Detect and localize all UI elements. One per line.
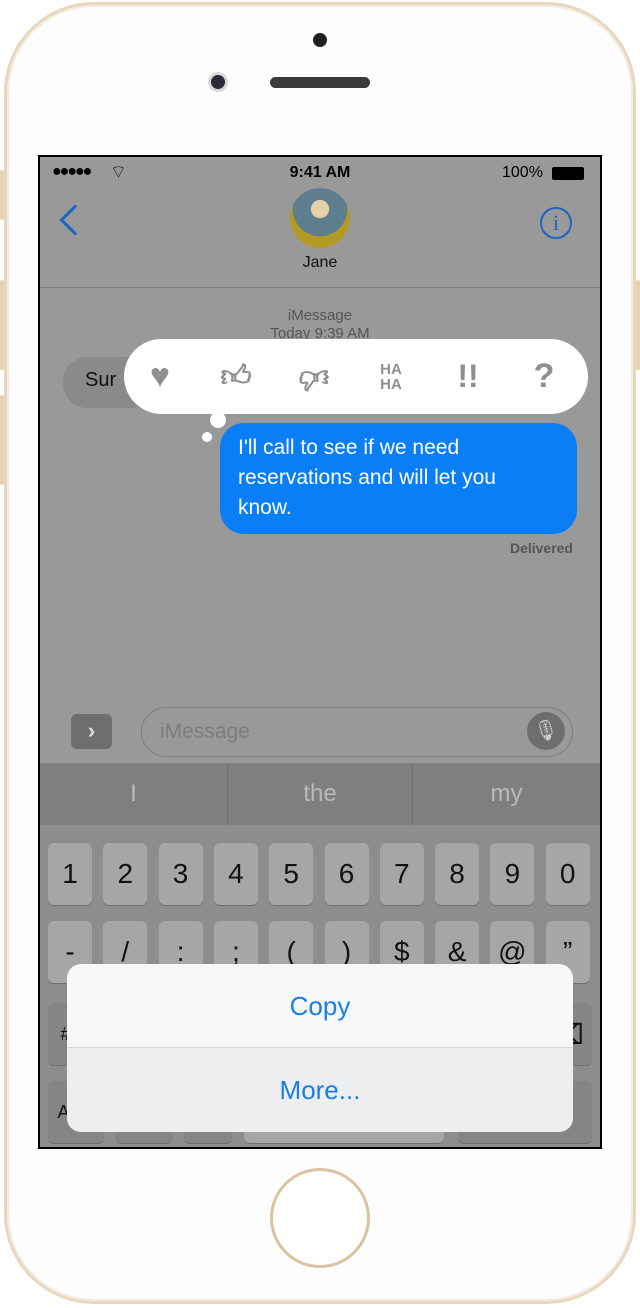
- battery-icon: [552, 167, 584, 180]
- nav-divider: [40, 287, 600, 288]
- more-button[interactable]: More...: [67, 1048, 573, 1132]
- message-input[interactable]: iMessage: [141, 707, 573, 757]
- action-sheet: Copy More...: [67, 964, 573, 1132]
- outgoing-line: I'll call to see if we need: [238, 436, 460, 459]
- service-label: iMessage: [287, 307, 353, 324]
- tapback-picker: ♥ 👍︎ 👎︎ HA HA !! ?: [124, 339, 588, 414]
- key[interactable]: 9: [490, 843, 535, 905]
- apps-button[interactable]: ›: [71, 714, 112, 749]
- microphone-icon[interactable]: 🎙︎: [527, 712, 565, 750]
- front-camera: [208, 72, 228, 92]
- key[interactable]: 4: [213, 843, 258, 905]
- delivery-status: Delivered: [509, 540, 573, 556]
- thumbs-down-icon[interactable]: 👎︎: [284, 339, 344, 414]
- battery-percent: 100%: [502, 164, 543, 181]
- proximity-sensor: [313, 33, 327, 47]
- back-chevron-icon[interactable]: [59, 204, 91, 236]
- volume-up-button: [0, 280, 4, 370]
- prediction-item[interactable]: my: [413, 763, 600, 825]
- volume-down-button: [0, 395, 4, 485]
- key[interactable]: 0: [545, 843, 590, 905]
- heart-icon[interactable]: ♥: [130, 339, 190, 414]
- contact-avatar[interactable]: [290, 188, 350, 248]
- key[interactable]: 6: [324, 843, 369, 905]
- outgoing-line: know.: [238, 496, 292, 519]
- tapback-tail-dot: [210, 412, 226, 428]
- power-button: [636, 280, 640, 370]
- copy-button[interactable]: Copy: [67, 964, 573, 1048]
- outgoing-line: reservations and will let you: [238, 466, 496, 489]
- key[interactable]: 8: [435, 843, 480, 905]
- contact-name[interactable]: Jane: [40, 254, 600, 272]
- exclamation-icon[interactable]: !!: [438, 339, 498, 414]
- key[interactable]: 5: [269, 843, 314, 905]
- prediction-bar: I the my: [40, 763, 600, 825]
- prediction-item[interactable]: the: [227, 763, 413, 825]
- tapback-tail-dot-small: [202, 432, 212, 442]
- haha-icon[interactable]: HA HA: [361, 339, 421, 414]
- key[interactable]: 1: [48, 843, 92, 905]
- screen: ●●●●● ⌔ 9:41 AM 100% Jane i iMessage Tod…: [38, 155, 602, 1149]
- incoming-text: Sur: [85, 369, 117, 391]
- mute-switch: [0, 170, 4, 220]
- info-icon[interactable]: i: [540, 207, 572, 239]
- home-button[interactable]: [270, 1168, 370, 1268]
- key[interactable]: 7: [379, 843, 424, 905]
- question-icon[interactable]: ?: [514, 339, 574, 414]
- outgoing-bubble[interactable]: I'll call to see if we need reservations…: [220, 423, 577, 534]
- key[interactable]: 3: [158, 843, 203, 905]
- thumbs-up-icon[interactable]: 👍︎: [206, 339, 266, 414]
- key[interactable]: 2: [103, 843, 148, 905]
- prediction-item[interactable]: I: [40, 763, 227, 825]
- speaker-grille: [270, 77, 370, 88]
